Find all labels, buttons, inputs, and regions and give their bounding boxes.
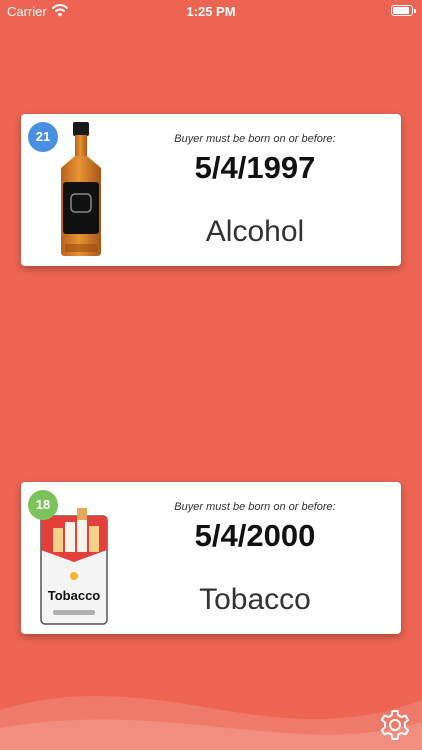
tobacco-card[interactable]: Tobacco 18 Buyer must be born on or befo… [21, 482, 401, 634]
battery-icon [391, 5, 416, 16]
born-before-caption: Buyer must be born on or before: [174, 501, 336, 513]
alcohol-card[interactable]: 21 Buyer must be born on or before: 5/4/… [21, 114, 401, 266]
gear-icon[interactable] [378, 708, 412, 742]
cutoff-date: 5/4/1997 [194, 150, 316, 185]
product-name: Alcohol [205, 215, 305, 248]
cutoff-date: 5/4/2000 [194, 518, 316, 553]
age-badge: 18 [28, 490, 58, 520]
status-bar: Carrier 1:25 PM [0, 0, 422, 22]
born-before-caption: Buyer must be born on or before: [174, 133, 336, 145]
pack-label: Tobacco [48, 588, 101, 603]
decorative-waves [0, 696, 422, 750]
status-time: 1:25 PM [186, 4, 236, 19]
age-badge: 21 [28, 122, 58, 152]
battery-level [393, 7, 410, 14]
product-name: Tobacco [199, 583, 311, 616]
